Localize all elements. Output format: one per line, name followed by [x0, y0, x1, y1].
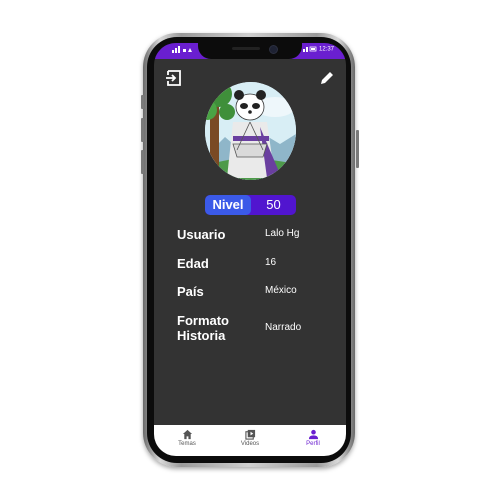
field-value-usuario: Lalo Hg [265, 228, 300, 239]
nav-label-perfil: Perfil [306, 441, 320, 447]
volume-up-button [141, 95, 144, 109]
avatar-illustration [205, 82, 296, 180]
edit-profile-button[interactable] [318, 69, 336, 87]
nav-item-temas[interactable]: Temas [157, 425, 217, 456]
earpiece-speaker [232, 47, 260, 50]
status-left-icons [172, 46, 194, 55]
field-value-formato-historia: Narrado [265, 322, 302, 333]
field-label-formato-historia: Formato Historia [177, 313, 229, 343]
field-label-pais: País [177, 284, 204, 299]
nav-label-videos: Videos [240, 441, 260, 447]
volume-down-button [141, 118, 144, 142]
level-label: Nivel [205, 195, 251, 215]
bottom-navigation: Temas Videos Perfil [154, 425, 346, 456]
home-icon [182, 429, 192, 440]
mute-switch [141, 150, 144, 174]
notch [198, 41, 302, 59]
logout-icon [166, 70, 181, 86]
pencil-icon [321, 71, 334, 84]
field-value-edad: 16 [265, 257, 277, 268]
video-library-icon [244, 429, 255, 440]
field-value-pais: México [265, 285, 297, 296]
status-time: 12:37 [303, 46, 334, 53]
nav-label-temas: Temas [178, 441, 196, 447]
field-label-edad: Edad [177, 256, 209, 271]
nav-item-perfil[interactable]: Perfil [283, 425, 343, 456]
front-camera [269, 45, 278, 54]
nav-item-videos[interactable]: Videos [220, 425, 280, 456]
level-badge: Nivel 50 [205, 195, 296, 215]
profile-avatar[interactable] [205, 82, 296, 180]
person-icon [308, 429, 318, 440]
power-button [356, 130, 359, 168]
field-label-usuario: Usuario [177, 227, 226, 242]
level-value: 50 [266, 197, 281, 212]
clock-text: 12:37 [318, 46, 334, 53]
logout-button[interactable] [165, 69, 183, 87]
